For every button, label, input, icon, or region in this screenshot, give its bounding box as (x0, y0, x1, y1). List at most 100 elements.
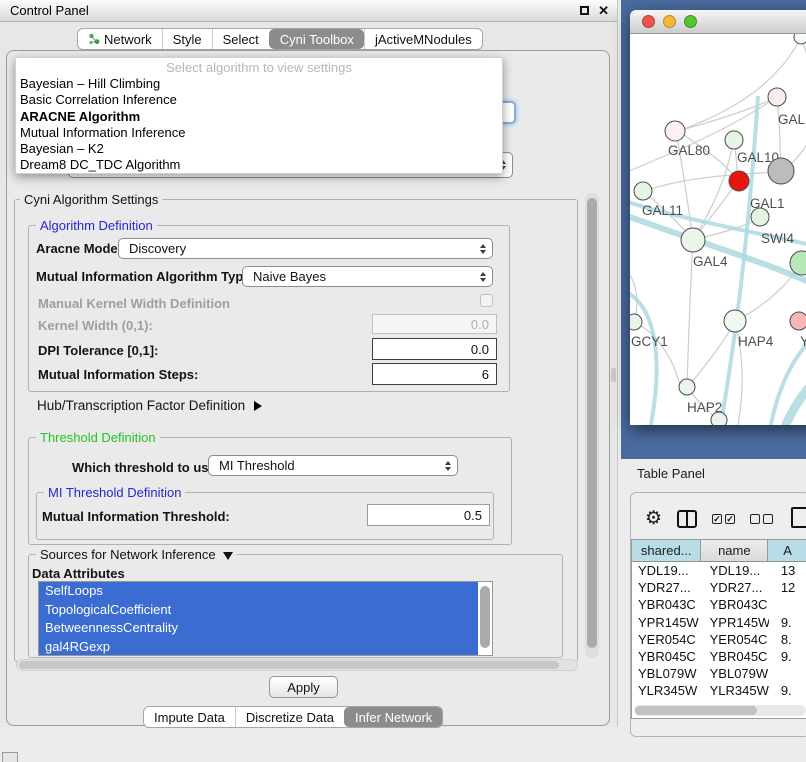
network-node-gal80[interactable] (665, 121, 685, 141)
network-node-gcy1[interactable] (630, 314, 642, 330)
new-column-page-icon[interactable] (791, 507, 806, 528)
dropdown-item-mutual-information-inference[interactable]: Mutual Information Inference (16, 125, 502, 141)
table-cell: YIL052C (632, 700, 702, 704)
network-window[interactable]: GALGAL80GAL10GAL11SWI4GAL4GCY1HAP4YHAP2G… (630, 10, 806, 425)
mi-type-combobox[interactable]: Naive Bayes (242, 266, 493, 287)
network-node[interactable] (711, 412, 727, 425)
table-row[interactable]: YIL052CYIL052C9. (632, 700, 806, 704)
network-canvas[interactable]: GALGAL80GAL10GAL11SWI4GAL4GCY1HAP4YHAP2G… (630, 34, 806, 425)
network-edge-highlighted[interactable] (784, 360, 806, 425)
split-columns-icon[interactable] (677, 510, 697, 528)
attribute-item-gal4rgexp[interactable]: gal4RGexp (39, 638, 478, 656)
table-row[interactable]: YBR043CYBR043C (632, 596, 806, 613)
horizontal-scrollbar[interactable] (16, 659, 578, 671)
data-attributes-list[interactable]: SelfLoopsTopologicalCoefficientBetweenne… (38, 581, 493, 656)
network-node-gal10[interactable] (725, 131, 743, 149)
table-cell: YDL19... (702, 562, 769, 579)
network-node-label: GCY1 (631, 334, 668, 349)
table-row[interactable]: YPR145WYPR145W9. (632, 614, 806, 631)
list-scrollbar-thumb[interactable] (480, 586, 490, 648)
column-header-shared-[interactable]: shared... (632, 540, 701, 561)
tab-impute-data[interactable]: Impute Data (144, 707, 235, 727)
dropdown-item-basic-correlation-inference[interactable]: Basic Correlation Inference (16, 92, 502, 108)
data-attributes-label: Data Attributes (32, 566, 125, 581)
table-panel-title: Table Panel (637, 466, 705, 481)
network-node-gal11[interactable] (634, 182, 652, 200)
sources-group-title[interactable]: Sources for Network Inference (36, 547, 237, 562)
network-edge[interactable] (737, 263, 802, 320)
network-node[interactable] (729, 171, 749, 191)
column-header-a[interactable]: A (768, 540, 806, 561)
which-threshold-combobox[interactable]: MI Threshold (208, 455, 458, 476)
mi-threshold-field[interactable]: 0.5 (367, 504, 490, 526)
table-cell: 9. (769, 682, 806, 699)
settings-scrollbar-thumb[interactable] (587, 198, 597, 648)
dpi-tolerance-label: DPI Tolerance [0,1]: (38, 343, 158, 358)
aracne-mode-label: Aracne Mode: (36, 241, 122, 256)
network-node[interactable] (768, 158, 794, 184)
checked-box-icon: ✓ (712, 514, 722, 524)
network-node-label: GAL4 (693, 254, 728, 269)
manual-kernel-checkbox[interactable] (480, 294, 493, 307)
mi-steps-field[interactable]: 6 (372, 363, 497, 385)
deselect-all-columns-icon[interactable] (750, 514, 773, 524)
network-edge[interactable] (783, 37, 806, 170)
horizontal-scrollbar-thumb[interactable] (19, 661, 559, 669)
tab-infer-network[interactable]: Infer Network (344, 707, 442, 727)
close-traffic-light[interactable] (642, 15, 655, 28)
tab-network[interactable]: Network (78, 29, 162, 49)
table-cell: YDL19... (632, 562, 702, 579)
zoom-traffic-light[interactable] (684, 15, 697, 28)
apply-button[interactable]: Apply (269, 676, 338, 698)
network-node-label: GAL11 (642, 203, 683, 218)
settings-scrollbar[interactable] (585, 193, 599, 658)
select-all-columns-icon[interactable]: ✓ ✓ (712, 514, 735, 524)
close-icon[interactable]: ✕ (598, 3, 609, 19)
threshold-definition-title: Threshold Definition (36, 430, 160, 445)
tab-cyni-toolbox[interactable]: Cyni Toolbox (269, 29, 364, 49)
settings-gear-icon[interactable]: ⚙ (645, 507, 662, 531)
network-node-gal4[interactable] (681, 228, 705, 252)
hub-definition-expander[interactable]: Hub/Transcription Factor Definition (37, 398, 262, 413)
minimize-traffic-light[interactable] (663, 15, 676, 28)
table-row[interactable]: YDL19...YDL19...13 (632, 562, 806, 579)
dropdown-item-bayesian-k2[interactable]: Bayesian – K2 (16, 141, 502, 157)
aracne-mode-combobox[interactable]: Discovery (118, 238, 493, 259)
dropdown-item-bayesian-hill-climbing[interactable]: Bayesian – Hill Climbing (16, 76, 502, 92)
table-row[interactable]: YER054CYER054C8. (632, 631, 806, 648)
tab-jactivemnodules[interactable]: jActiveMNodules (364, 29, 482, 49)
attribute-item-betweennesscentrality[interactable]: BetweennessCentrality (39, 619, 478, 638)
table-row[interactable]: YBR045CYBR045C9. (632, 648, 806, 665)
network-edge[interactable] (643, 172, 780, 191)
network-node[interactable] (794, 34, 806, 44)
dropdown-item-dream8-dc-tdc-algorithm[interactable]: Dream8 DC_TDC Algorithm (16, 157, 502, 173)
network-node-gal[interactable] (768, 88, 786, 106)
table-row[interactable]: YBL079WYBL079W (632, 665, 806, 682)
float-window-icon[interactable] (580, 6, 589, 15)
table-cell: 8. (769, 631, 806, 648)
tab-style[interactable]: Style (162, 29, 212, 49)
attribute-item-topologicalcoefficient[interactable]: TopologicalCoefficient (39, 601, 478, 620)
table-row[interactable]: YDR27...YDR27...12 (632, 579, 806, 596)
kernel-width-field[interactable]: 0.0 (372, 314, 497, 334)
table-row[interactable]: YLR345WYLR345W9. (632, 682, 806, 699)
control-panel-titlebar[interactable]: Control Panel ✕ (0, 0, 617, 22)
tab-discretize-data[interactable]: Discretize Data (235, 707, 344, 727)
table-cell: YDR27... (632, 579, 702, 596)
network-edge-highlighted[interactable] (630, 290, 657, 425)
table-hscrollbar[interactable] (634, 705, 806, 716)
table-hscrollbar-thumb[interactable] (635, 706, 757, 715)
network-node[interactable] (790, 251, 806, 275)
table-cell: YPR145W (632, 614, 702, 631)
dpi-tolerance-field[interactable]: 0.0 (372, 338, 497, 360)
network-node-hap2[interactable] (679, 379, 695, 395)
network-window-titlebar[interactable] (630, 10, 806, 34)
corner-widget[interactable] (2, 752, 18, 762)
dropdown-item-aracne-algorithm[interactable]: ARACNE Algorithm (16, 109, 502, 125)
attribute-item-selfloops[interactable]: SelfLoops (39, 582, 478, 601)
network-node-y[interactable] (790, 312, 806, 330)
column-header-name[interactable]: name (701, 540, 768, 561)
splitter-handle[interactable] (611, 368, 616, 382)
tab-select[interactable]: Select (212, 29, 269, 49)
network-node-hap4[interactable] (724, 310, 746, 332)
